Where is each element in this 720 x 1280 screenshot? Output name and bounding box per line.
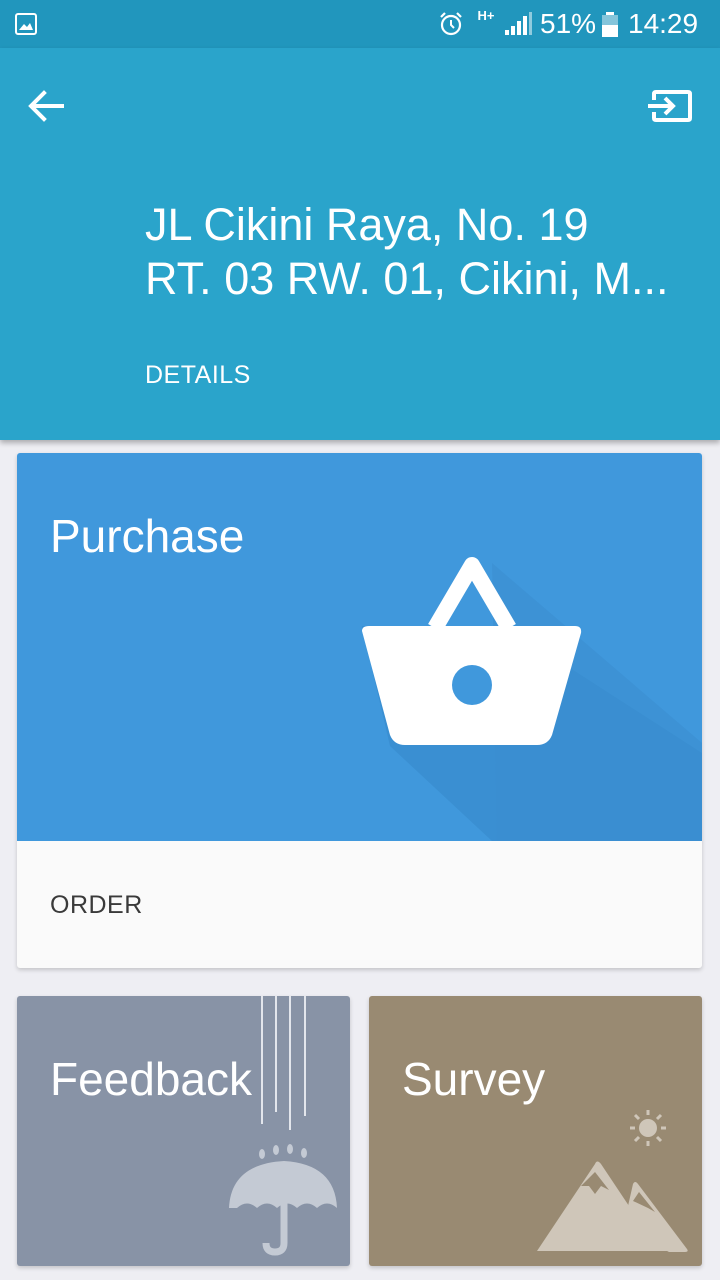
purchase-card[interactable]: Purchase ORDER — [17, 453, 702, 968]
address-line-1: JL Cikini Raya, No. 19 — [145, 199, 589, 250]
logout-icon[interactable] — [642, 78, 702, 134]
umbrella-rain-icon — [229, 996, 337, 1256]
signal-icon — [505, 12, 532, 35]
battery-percentage: 51% — [540, 8, 597, 39]
order-button[interactable]: ORDER — [50, 891, 143, 920]
mountain-sun-icon — [537, 1110, 688, 1252]
details-button[interactable]: DETAILS — [145, 361, 251, 390]
purchase-title: Purchase — [50, 510, 245, 562]
gallery-icon — [15, 13, 37, 35]
purchase-card-hero[interactable]: Purchase — [17, 453, 702, 841]
alarm-icon — [440, 12, 462, 36]
feedback-title: Feedback — [50, 1053, 253, 1105]
back-arrow-icon[interactable] — [18, 78, 74, 134]
network-type-label: H+ — [477, 8, 495, 23]
feedback-card[interactable]: Feedback — [17, 996, 350, 1266]
clock: 14:29 — [628, 8, 699, 39]
survey-title: Survey — [402, 1053, 546, 1105]
survey-card[interactable]: Survey — [369, 996, 702, 1266]
address-line-2: RT. 03 RW. 01, Cikini, M... — [145, 253, 669, 304]
status-bar: H+ 51% 14:29 — [0, 0, 720, 48]
address-text: JL Cikini Raya, No. 19 RT. 03 RW. 01, Ci… — [145, 198, 685, 306]
header: JL Cikini Raya, No. 19 RT. 03 RW. 01, Ci… — [0, 48, 720, 440]
battery-icon — [602, 12, 618, 37]
